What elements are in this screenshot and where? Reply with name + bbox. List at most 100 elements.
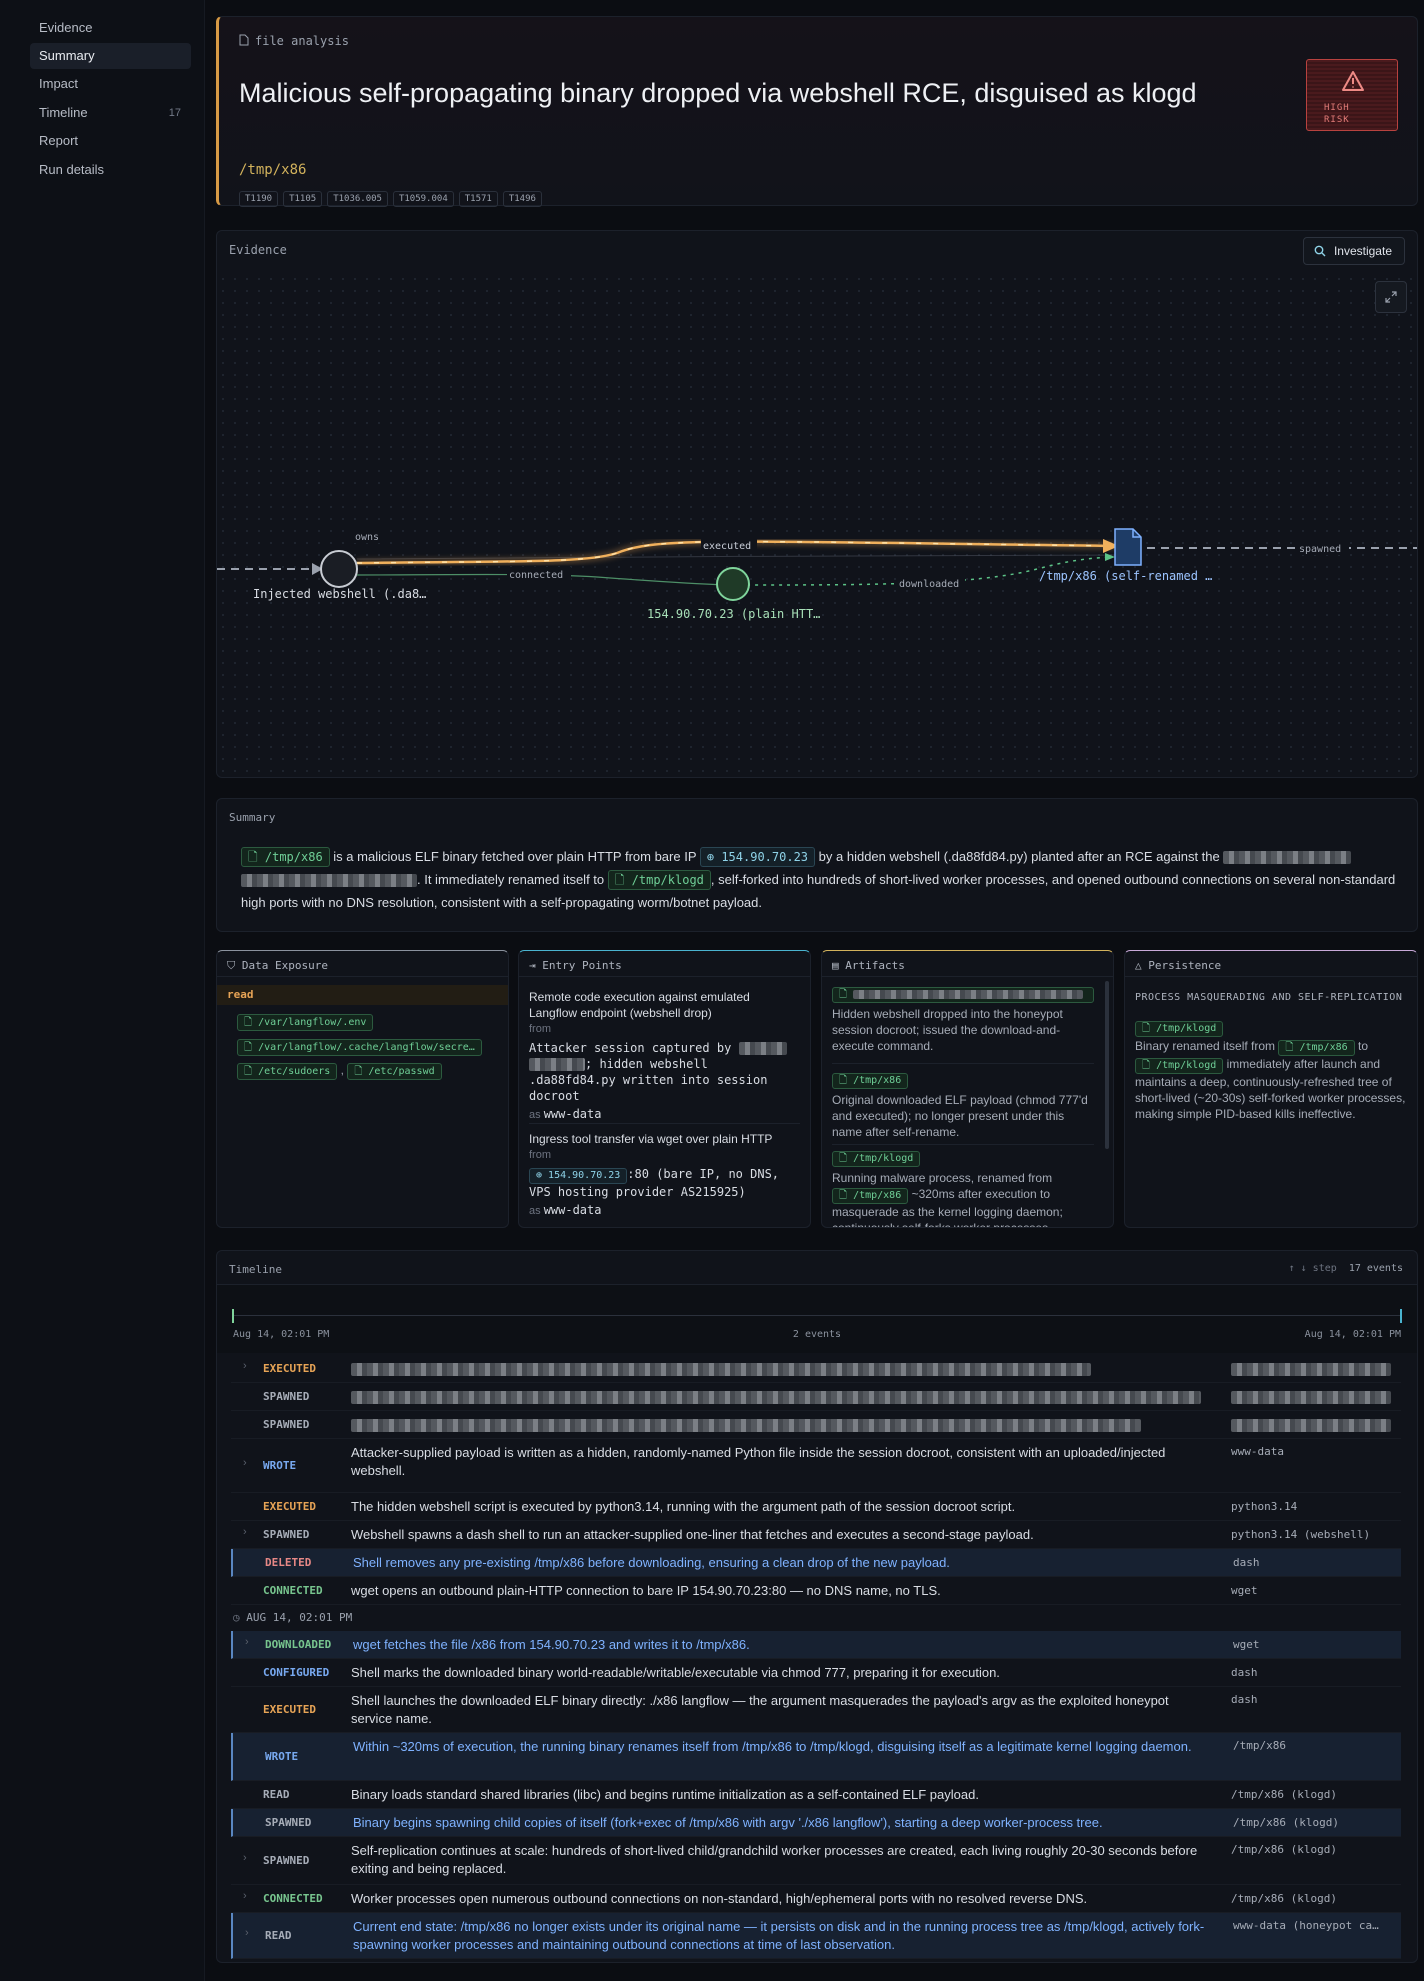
scrubber-start-handle[interactable] (232, 1309, 234, 1323)
timeline-row[interactable]: › DOWNLOADED wget fetches the file /x86 fr… (231, 1631, 1401, 1659)
evidence-graph[interactable]: owns executed connected downloaded spawn… (217, 273, 1417, 777)
entry-point-1[interactable]: Remote code execution against emulated L… (529, 989, 799, 1123)
event-type: WROTE (263, 1459, 297, 1472)
event-actor: www-data (1231, 1445, 1284, 1458)
file-node[interactable] (1114, 528, 1142, 566)
file-chip[interactable]: 🗋 /etc/passwd (347, 1063, 442, 1080)
file-chip[interactable]: 🗋 /var/langflow/.env (237, 1014, 374, 1031)
persistence-description: Binary renamed itself from 🗋 /tmp/x86 to… (1135, 1039, 1406, 1121)
timeline-row[interactable]: CONFIGURED Shell marks the downloaded bin… (231, 1659, 1401, 1687)
expand-chevron-icon[interactable]: › (243, 1890, 247, 1902)
technique-tag[interactable]: T1105 (283, 191, 323, 207)
event-type: SPAWNED (263, 1418, 310, 1431)
event-actor: /tmp/x86 (klogd) (1231, 1843, 1337, 1856)
entry-title: Ingress tool transfer via wget over plai… (529, 1132, 773, 1146)
investigate-button[interactable]: Investigate (1302, 237, 1405, 265)
file-chip[interactable]: 🗋 /tmp/klogd (607, 870, 711, 890)
access-mode: read (217, 985, 508, 1005)
clock-icon: ◷ (233, 1611, 247, 1624)
from-label: from (529, 1023, 551, 1035)
sidebar-item-evidence[interactable]: Evidence (30, 15, 191, 41)
event-description (351, 1360, 1211, 1378)
sidebar-item-impact[interactable]: Impact (30, 71, 191, 97)
file-chip[interactable]: 🗋 /tmp/klogd (832, 1151, 921, 1167)
webshell-node[interactable] (320, 550, 358, 588)
timeline-row[interactable]: WROTE Within ~320ms of execution, the run… (231, 1733, 1401, 1781)
expand-chevron-icon[interactable]: › (243, 1526, 247, 1538)
expand-button[interactable] (1375, 281, 1407, 313)
artifact-item[interactable]: 🗋 Hidden webshell dropped into the honey… (832, 987, 1094, 1054)
event-description: Shell removes any pre-existing /tmp/x86 … (353, 1555, 950, 1570)
technique-tag[interactable]: T1036.005 (327, 191, 388, 207)
panel-title: Summary (229, 811, 276, 824)
technique-tag[interactable]: T1190 (239, 191, 279, 207)
file-chip[interactable]: 🗋 /etc/sudoers (237, 1063, 338, 1080)
file-chip[interactable]: 🗋 /tmp/x86 (1278, 1040, 1355, 1056)
artifact-item[interactable]: 🗋 /tmp/x86 Original downloaded ELF paylo… (832, 1071, 1094, 1140)
timeline-row[interactable]: READ Binary loads standard shared librari… (231, 1781, 1401, 1809)
expand-chevron-icon[interactable]: › (245, 1927, 249, 1939)
ip-node[interactable] (716, 567, 750, 601)
owns-edge (356, 554, 1133, 560)
scrollbar[interactable] (1105, 981, 1109, 1149)
event-actor: dash (1231, 1666, 1258, 1679)
event-type: EXECUTED (263, 1362, 316, 1375)
timeline-row[interactable]: EXECUTED The hidden webshell script is ex… (231, 1493, 1401, 1521)
timeline-row[interactable]: › SPAWNED Webshell spawns a dash shell to … (231, 1521, 1401, 1549)
artifact-item[interactable]: 🗋 /tmp/klogd Running malware process, re… (832, 1149, 1094, 1227)
expand-chevron-icon[interactable]: › (243, 1852, 247, 1864)
expand-chevron-icon[interactable]: › (243, 1360, 247, 1372)
timeline-row[interactable]: EXECUTED Shell launches the downloaded EL… (231, 1687, 1401, 1733)
file-chip[interactable]: 🗋 /var/langflow/.cache/langflow/secre… (237, 1039, 482, 1056)
event-type: CONFIGURED (263, 1666, 330, 1679)
subject-path: /tmp/x86 (239, 162, 307, 178)
timeline-row[interactable]: SPAWNED Binary begins spawning child copi… (231, 1809, 1401, 1837)
event-description (351, 1388, 1211, 1406)
risk-label: HIGH RISK (1324, 103, 1350, 125)
timeline-row[interactable]: › WROTE Attacker-supplied payload is writt… (231, 1439, 1401, 1493)
file-chip[interactable]: 🗋 /tmp/x86 (241, 847, 330, 867)
entry-point-2[interactable]: Ingress tool transfer via wget over plai… (529, 1131, 799, 1219)
timeline-row[interactable]: › CONNECTED Worker processes open numerous… (231, 1885, 1401, 1913)
event-description: Self-replication continues at scale: hun… (351, 1843, 1198, 1876)
redacted-text (1231, 1390, 1391, 1404)
technique-tag[interactable]: T1571 (458, 191, 498, 207)
expand-chevron-icon[interactable]: › (245, 1636, 249, 1648)
timeline-row[interactable]: SPAWNED (231, 1411, 1401, 1439)
timeline-panel: Timeline ↑ ↓ step 17 events Aug 14, 02:0… (216, 1250, 1418, 1963)
timeline-row[interactable]: DELETED Shell removes any pre-existing /t… (231, 1549, 1401, 1577)
file-chip[interactable]: 🗋 /tmp/x86 (832, 1188, 909, 1204)
sidebar-item-report[interactable]: Report (30, 128, 191, 154)
redacted-text (1223, 851, 1352, 865)
timeline-row[interactable]: › SPAWNED Self-replication continues at sc… (231, 1837, 1401, 1885)
sidebar-item-summary[interactable]: Summary (30, 43, 191, 69)
timeline-row[interactable]: › READ Current end state: /tmp/x86 no long… (231, 1913, 1401, 1959)
file-icon: 🗋 (614, 873, 632, 887)
entry-user: www-data (543, 1203, 602, 1217)
scrubber-end-handle[interactable] (1400, 1309, 1402, 1323)
event-description: Shell marks the downloaded binary world-… (351, 1665, 1000, 1680)
timeline-scrubber[interactable]: Aug 14, 02:01 PM 2 events Aug 14, 02:01 … (217, 1285, 1417, 1353)
technique-tag[interactable]: T1059.004 (392, 191, 454, 207)
file-chip[interactable]: 🗋 /tmp/x86 (832, 1073, 909, 1089)
file-chip[interactable]: 🗋 /tmp/klogd (1135, 1021, 1224, 1037)
event-type: WROTE (265, 1750, 299, 1763)
event-actor: wget (1233, 1638, 1260, 1651)
event-description: Binary loads standard shared libraries (… (351, 1787, 979, 1802)
sidebar-item-timeline[interactable]: Timeline 17 (30, 100, 191, 126)
technique-tag[interactable]: T1496 (502, 191, 542, 207)
event-actor: /tmp/x86 (1233, 1739, 1286, 1752)
entry-icon: ⇥ (529, 959, 543, 972)
timeline-row[interactable]: CONNECTED wget opens an outbound plain-HT… (231, 1577, 1401, 1605)
timeline-row[interactable]: SPAWNED (231, 1383, 1401, 1411)
ip-chip[interactable]: ⊕ 154.90.70.23 (529, 1168, 628, 1184)
expand-chevron-icon[interactable]: › (243, 1457, 247, 1469)
ip-chip[interactable]: ⊕ 154.90.70.23 (699, 847, 816, 867)
timeline-meta: ↑ ↓ step 17 events (1289, 1263, 1403, 1274)
timeline-row[interactable]: › EXECUTED (231, 1355, 1401, 1383)
event-description: Shell launches the downloaded ELF binary… (351, 1693, 1169, 1726)
file-chip[interactable]: 🗋 (832, 987, 1094, 1003)
redacted-text (1231, 1362, 1391, 1376)
sidebar-item-run-details[interactable]: Run details (30, 157, 191, 183)
file-chip[interactable]: 🗋 /tmp/klogd (1135, 1058, 1224, 1074)
